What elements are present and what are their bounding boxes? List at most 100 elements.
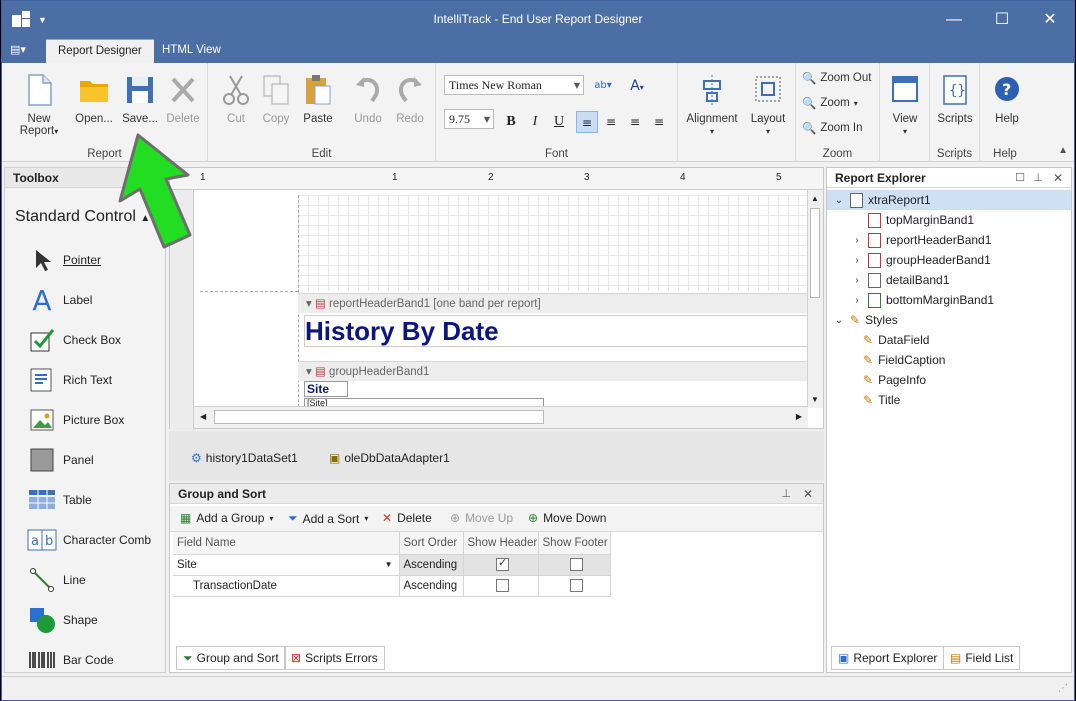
- tool-table[interactable]: Table: [27, 484, 92, 516]
- justify-icon[interactable]: ≡: [648, 111, 670, 133]
- tree-item-styles[interactable]: ⌄ ✎ Styles: [833, 310, 898, 330]
- tree-item-style[interactable]: ✎ Title: [863, 390, 900, 410]
- tree-item-style[interactable]: ✎ DataField: [863, 330, 929, 350]
- expand-icon[interactable]: ›: [851, 235, 863, 246]
- tool-check-box[interactable]: Check Box: [27, 324, 121, 356]
- bold-icon[interactable]: B: [500, 111, 522, 133]
- align-center-icon[interactable]: ≡: [600, 111, 622, 133]
- show-header-cell[interactable]: [463, 554, 539, 576]
- field-name-select[interactable]: Site ▼: [173, 554, 400, 576]
- tab-report-explorer[interactable]: ▣ Report Explorer: [831, 646, 945, 670]
- align-right-icon[interactable]: ≡: [624, 111, 646, 133]
- maximize-button[interactable]: ☐: [982, 7, 1022, 33]
- resize-grip-icon[interactable]: ⋰: [1058, 683, 1068, 694]
- tool-line[interactable]: Line: [27, 564, 86, 596]
- tree-item-report-header[interactable]: › reportHeaderBand1: [851, 230, 991, 250]
- tab-html-view[interactable]: HTML View: [150, 39, 233, 63]
- tool-label[interactable]: A Label: [27, 284, 92, 317]
- collapse-icon[interactable]: ⌄: [833, 315, 845, 326]
- sort-order-cell[interactable]: Ascending: [399, 575, 464, 597]
- zoom-dropdown[interactable]: 🔍 Zoom ▾: [802, 96, 858, 110]
- paste-button[interactable]: Paste: [298, 73, 338, 125]
- component-adapter[interactable]: ▣ oleDbDataAdapter1: [329, 451, 450, 465]
- horizontal-scrollbar[interactable]: ◀ ▶: [194, 406, 808, 428]
- tool-bar-code[interactable]: Bar Code: [27, 644, 114, 676]
- font-size-select[interactable]: 9.75 ▼: [444, 109, 494, 129]
- tree-item-report[interactable]: ⌄ xtraReport1: [827, 190, 1071, 210]
- tab-group-and-sort[interactable]: ⏷ Group and Sort: [176, 646, 286, 670]
- tool-picture-box[interactable]: Picture Box: [27, 404, 124, 436]
- tree-item-bottom-margin[interactable]: › bottomMarginBand1: [851, 290, 994, 310]
- field-name-cell[interactable]: TransactionDate: [173, 575, 400, 597]
- save-button[interactable]: Save...: [118, 73, 162, 125]
- show-header-checkbox[interactable]: [496, 556, 509, 571]
- col-field-name[interactable]: Field Name: [173, 532, 400, 555]
- font-color-icon[interactable]: A▾: [626, 75, 648, 97]
- zoom-out-button[interactable]: 🔍 Zoom Out: [802, 71, 871, 85]
- cut-button[interactable]: Cut: [216, 73, 256, 125]
- collapse-ribbon-icon[interactable]: ▲: [1058, 145, 1068, 156]
- view-button[interactable]: View ▾: [884, 73, 926, 137]
- col-show-footer[interactable]: Show Footer: [538, 532, 611, 555]
- highlight-color-icon[interactable]: ab▾: [592, 75, 614, 97]
- tool-rich-text[interactable]: Rich Text: [27, 364, 112, 396]
- report-page[interactable]: ▾ ▤ reportHeaderBand1 [one band per repo…: [200, 195, 810, 407]
- col-show-header[interactable]: Show Header: [463, 532, 539, 555]
- show-footer-cell[interactable]: [538, 575, 611, 597]
- tab-scripts-errors[interactable]: ⊠ Scripts Errors: [284, 646, 385, 670]
- show-footer-cell[interactable]: [538, 554, 611, 576]
- delete-button[interactable]: Delete: [162, 73, 204, 125]
- pin-icon[interactable]: ⊥: [781, 487, 791, 500]
- band-report-header[interactable]: ▾ ▤ reportHeaderBand1 [one band per repo…: [298, 293, 808, 313]
- tool-pointer[interactable]: Pointer: [27, 244, 101, 276]
- underline-icon[interactable]: U: [548, 111, 570, 133]
- tree-item-style[interactable]: ✎ PageInfo: [863, 370, 926, 390]
- tool-panel[interactable]: Panel: [27, 444, 94, 476]
- scroll-thumb-horizontal[interactable]: [214, 410, 544, 424]
- add-group-button[interactable]: ▦ Add a Group ▾: [180, 511, 273, 525]
- col-sort-order[interactable]: Sort Order: [399, 532, 464, 555]
- scroll-left-icon[interactable]: ◀: [200, 412, 206, 421]
- delete-sort-button[interactable]: ✕ Delete: [382, 511, 432, 525]
- tool-character-comb[interactable]: a b Character Comb: [27, 524, 151, 556]
- site-caption-label[interactable]: Site: [304, 381, 348, 397]
- tree-item-style[interactable]: ✎ FieldCaption: [863, 350, 945, 370]
- show-footer-checkbox[interactable]: [569, 579, 583, 592]
- report-title-label[interactable]: History By Date: [304, 315, 808, 347]
- minimize-button[interactable]: —: [934, 7, 974, 33]
- tab-report-designer[interactable]: Report Designer: [46, 39, 154, 63]
- redo-button[interactable]: Redo: [390, 73, 430, 125]
- file-menu-button[interactable]: ▤▾: [10, 43, 36, 59]
- sort-order-cell[interactable]: Ascending: [399, 554, 464, 576]
- tree-item-group-header[interactable]: › groupHeaderBand1: [851, 250, 991, 270]
- help-button[interactable]: ? Help: [984, 73, 1030, 125]
- undo-button[interactable]: Undo: [348, 73, 388, 125]
- add-sort-button[interactable]: ⏷ Add a Sort ▾: [288, 511, 368, 526]
- scroll-thumb[interactable]: [810, 208, 820, 298]
- table-row[interactable]: Site ▼ Ascending: [173, 554, 611, 576]
- move-down-button[interactable]: ⊕ Move Down: [528, 511, 606, 525]
- expand-icon[interactable]: ›: [851, 255, 863, 266]
- tool-shape[interactable]: Shape: [27, 604, 98, 636]
- new-report-button[interactable]: New Report▾: [8, 73, 70, 137]
- tree-item-detail[interactable]: › detailBand1: [851, 270, 949, 290]
- float-icon[interactable]: ☐: [1015, 171, 1025, 184]
- tree-item-top-margin[interactable]: topMarginBand1: [851, 210, 974, 230]
- close-button[interactable]: ✕: [1030, 7, 1070, 33]
- vertical-scrollbar[interactable]: ▲ ▼: [807, 190, 823, 408]
- open-button[interactable]: Open...: [72, 73, 116, 125]
- close-icon[interactable]: ✕: [1053, 171, 1063, 185]
- copy-button[interactable]: Copy: [256, 73, 296, 125]
- move-up-button[interactable]: ⊕ Move Up: [450, 511, 513, 525]
- component-dataset[interactable]: ⚙ history1DataSet1: [191, 451, 298, 465]
- align-left-icon[interactable]: ≡: [576, 111, 598, 133]
- expand-icon[interactable]: ›: [851, 295, 863, 306]
- alignment-button[interactable]: Alignment ▾: [682, 73, 742, 137]
- layout-button[interactable]: Layout ▾: [744, 73, 792, 137]
- scroll-down-icon[interactable]: ▼: [811, 395, 819, 404]
- show-header-checkbox[interactable]: [496, 579, 509, 592]
- close-icon[interactable]: ✕: [803, 487, 813, 501]
- zoom-in-button[interactable]: 🔍 Zoom In: [802, 121, 863, 135]
- expand-icon[interactable]: ›: [851, 275, 863, 286]
- collapse-icon[interactable]: ⌄: [833, 195, 845, 206]
